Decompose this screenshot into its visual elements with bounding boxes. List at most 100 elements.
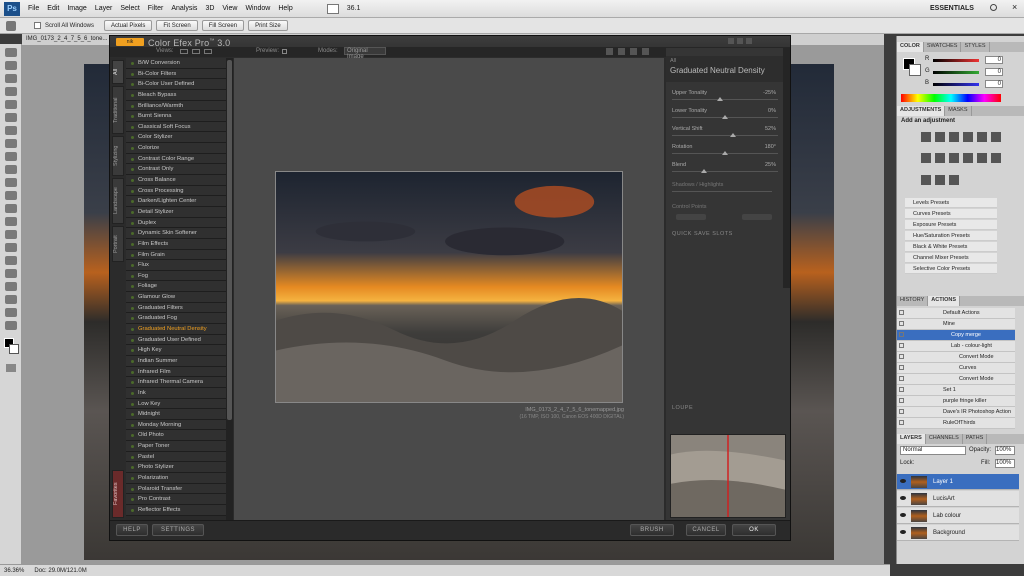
hue-sat-icon[interactable] bbox=[991, 132, 1001, 142]
tab-traditional[interactable]: Traditional bbox=[112, 86, 124, 134]
selective-color-icon[interactable] bbox=[949, 174, 959, 185]
menu-select[interactable]: Select bbox=[116, 5, 143, 12]
filter-item[interactable]: Dynamic Skin Softener bbox=[126, 228, 226, 239]
status-zoom[interactable]: 36.36% bbox=[4, 568, 24, 574]
filter-item[interactable]: Film Effects bbox=[126, 238, 226, 250]
filter-item[interactable]: Contrast Color Range bbox=[126, 153, 226, 165]
color-spectrum[interactable] bbox=[901, 94, 1001, 102]
rgb-slider[interactable] bbox=[933, 83, 979, 86]
filter-item[interactable]: Film Grain bbox=[126, 249, 226, 261]
rgb-value[interactable]: 0 bbox=[985, 68, 1003, 76]
menu-layer[interactable]: Layer bbox=[91, 5, 117, 12]
slider-vertical-shift[interactable]: Vertical Shift 52% bbox=[672, 126, 780, 142]
eye-icon[interactable] bbox=[900, 496, 906, 500]
filter-item[interactable]: Pro Contrast bbox=[126, 494, 226, 505]
stamp-tool-icon[interactable] bbox=[5, 152, 17, 161]
filter-item[interactable]: Graduated Neutral Density bbox=[126, 324, 226, 335]
rgb-slider[interactable] bbox=[933, 59, 979, 62]
tab-portrait[interactable]: Portrait bbox=[112, 226, 124, 262]
posterize-icon[interactable] bbox=[991, 153, 1001, 164]
filter-item[interactable]: Color Stylizer bbox=[126, 132, 226, 144]
eye-icon[interactable] bbox=[900, 479, 906, 483]
filter-item[interactable]: Detail Stylizer bbox=[126, 206, 226, 218]
filter-item[interactable]: Duplex bbox=[126, 217, 226, 229]
action-checkbox[interactable] bbox=[899, 387, 904, 392]
preset-item[interactable]: Exposure Presets bbox=[905, 220, 997, 230]
brush-tool-icon[interactable] bbox=[5, 139, 17, 148]
fill-screen-button[interactable]: Fill Screen bbox=[201, 20, 245, 31]
menu-file[interactable]: File bbox=[24, 5, 43, 12]
filter-item[interactable]: Pastel bbox=[126, 451, 226, 463]
filter-item[interactable]: Old Photo bbox=[126, 430, 226, 442]
shadows-slider[interactable] bbox=[672, 191, 772, 192]
filter-item[interactable]: Bi-Color User Defined bbox=[126, 79, 226, 90]
tab-paths[interactable]: PATHS bbox=[963, 434, 988, 444]
tab-color[interactable]: COLOR bbox=[897, 42, 924, 52]
layer-row[interactable]: Lab colour bbox=[897, 508, 1019, 524]
zoom-nav-icon[interactable] bbox=[618, 48, 625, 55]
slider-knob[interactable] bbox=[722, 115, 728, 119]
filter-item[interactable]: Ink bbox=[126, 387, 226, 399]
search-icon[interactable] bbox=[990, 4, 997, 11]
filter-item[interactable]: Foliage bbox=[126, 281, 226, 293]
filter-list-scroll-thumb[interactable] bbox=[227, 60, 232, 420]
action-item[interactable]: Convert Mode bbox=[897, 352, 1015, 363]
slider-track[interactable] bbox=[672, 135, 778, 136]
tab-history[interactable]: HISTORY bbox=[897, 296, 929, 306]
preset-item[interactable]: Selective Color Presets bbox=[905, 264, 997, 274]
rgb-value[interactable]: 0 bbox=[985, 80, 1003, 88]
background-color-swatch[interactable] bbox=[9, 344, 19, 354]
bg-color-chip[interactable] bbox=[909, 64, 921, 76]
slider-knob[interactable] bbox=[730, 133, 737, 137]
action-item[interactable]: Set 1 bbox=[897, 385, 1015, 396]
filter-item[interactable]: Paper Toner bbox=[126, 441, 226, 452]
tab-styles[interactable]: STYLES bbox=[961, 42, 990, 52]
type-tool-icon[interactable] bbox=[5, 243, 17, 252]
quick-select-tool-icon[interactable] bbox=[5, 87, 17, 96]
filter-item[interactable]: Graduated Filters bbox=[126, 302, 226, 314]
filter-item[interactable]: High Key bbox=[126, 345, 226, 356]
hand-icon[interactable] bbox=[326, 3, 339, 14]
zoom-level[interactable]: 36.1 bbox=[347, 5, 361, 12]
crop-tool-icon[interactable] bbox=[5, 100, 17, 109]
menu-view[interactable]: View bbox=[218, 5, 241, 12]
filter-item[interactable]: Cross Balance bbox=[126, 175, 226, 186]
history-brush-tool-icon[interactable] bbox=[5, 165, 17, 174]
filter-item[interactable]: Bi-Color Filters bbox=[126, 68, 226, 80]
tab-masks[interactable]: MASKS bbox=[945, 106, 972, 116]
workspace-switcher[interactable]: ESSENTIALS bbox=[930, 5, 974, 12]
tab-adjustments[interactable]: ADJUSTMENTS bbox=[897, 106, 946, 116]
marquee-tool-icon[interactable] bbox=[5, 61, 17, 70]
brush-button[interactable]: BRUSH bbox=[630, 524, 674, 536]
eye-icon[interactable] bbox=[900, 530, 906, 534]
filter-item[interactable]: Darken/Lighten Center bbox=[126, 196, 226, 207]
print-size-button[interactable]: Print Size bbox=[248, 20, 288, 31]
gradient-map-icon[interactable] bbox=[935, 174, 945, 185]
shape-tool-icon[interactable] bbox=[5, 269, 17, 278]
filter-item[interactable]: Monday Morning bbox=[126, 419, 226, 431]
menu-window[interactable]: Window bbox=[241, 5, 274, 12]
slider-knob[interactable] bbox=[716, 97, 723, 101]
exposure-icon[interactable] bbox=[963, 132, 973, 142]
filter-item[interactable]: Colorize bbox=[126, 143, 226, 154]
bw-icon[interactable] bbox=[935, 153, 945, 164]
action-item[interactable]: purple fringe killer bbox=[897, 396, 1015, 407]
slider-lower-tonality[interactable]: Lower Tonality 0% bbox=[672, 108, 780, 124]
tab-layers[interactable]: LAYERS bbox=[897, 434, 926, 444]
action-checkbox[interactable] bbox=[899, 376, 904, 381]
slider-knob[interactable] bbox=[700, 169, 707, 173]
filter-item[interactable]: Graduated Fog bbox=[126, 313, 226, 325]
fit-screen-button[interactable]: Fit Screen bbox=[156, 20, 198, 31]
remove-control-point-button[interactable] bbox=[742, 214, 772, 220]
maximize-icon[interactable] bbox=[737, 38, 743, 44]
preset-item[interactable]: Curves Presets bbox=[905, 209, 997, 219]
action-checkbox[interactable] bbox=[899, 310, 904, 315]
dodge-tool-icon[interactable] bbox=[5, 217, 17, 226]
filter-item[interactable]: Classical Soft Focus bbox=[126, 121, 226, 133]
color-balance-icon[interactable] bbox=[921, 153, 931, 164]
eraser-tool-icon[interactable] bbox=[5, 178, 17, 187]
action-checkbox[interactable] bbox=[899, 398, 904, 403]
filter-item[interactable]: Flux bbox=[126, 260, 226, 271]
filter-item[interactable]: Glamour Glow bbox=[126, 292, 226, 303]
pen-tool-icon[interactable] bbox=[5, 230, 17, 239]
